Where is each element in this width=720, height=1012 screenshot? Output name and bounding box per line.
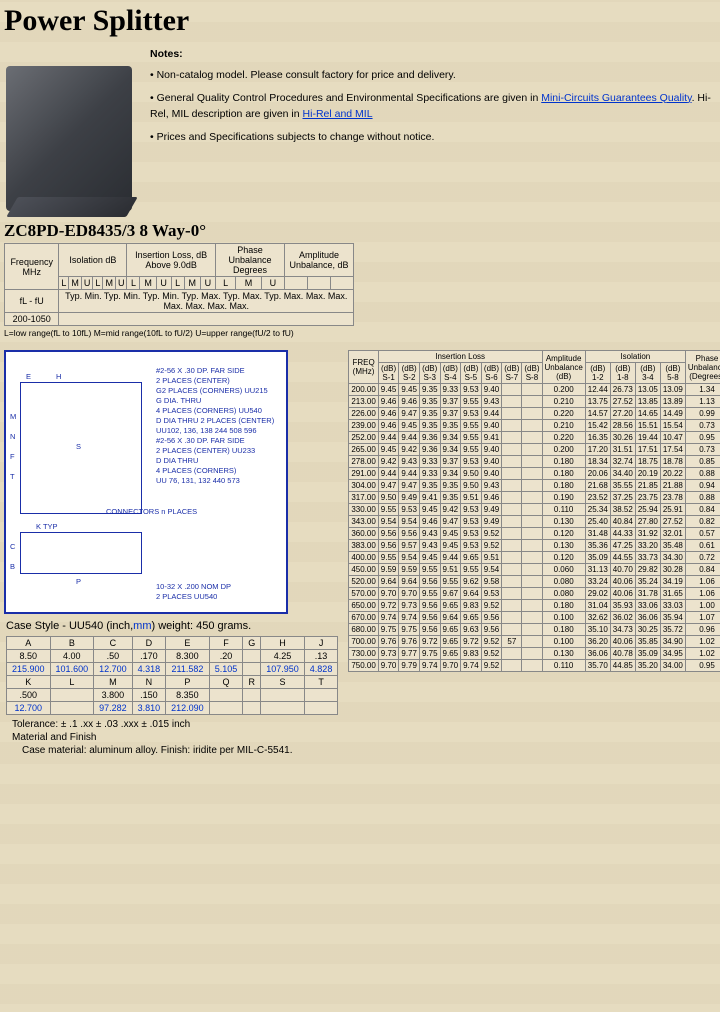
tolerance-line: Tolerance: ± .1 .xx ± .03 .xxx ± .015 in… bbox=[12, 719, 332, 730]
page-title: Power Splitter bbox=[4, 4, 720, 38]
mechanical-drawing: #2-56 X .30 DP. FAR SIDE 2 PLACES (CENTE… bbox=[4, 350, 288, 614]
case-style-line: Case Style - UU540 (inch,mm) weight: 450… bbox=[6, 620, 338, 632]
link-quality[interactable]: Mini-Circuits Guarantees Quality bbox=[541, 92, 691, 104]
notes-heading: Notes: bbox=[150, 46, 714, 63]
performance-data-table: FREQ (MHz)Insertion LossAmplitude Unbala… bbox=[348, 350, 720, 672]
note-1: Non-catalog model. Please consult factor… bbox=[150, 67, 714, 84]
notes-section: Notes: Non-catalog model. Please consult… bbox=[150, 46, 714, 211]
note-3: Prices and Specifications subjects to ch… bbox=[150, 129, 714, 146]
matfin-heading: Material and Finish bbox=[12, 732, 332, 743]
range-legend: L=low range(fL to 10fL) M=mid range(10fL… bbox=[4, 328, 716, 338]
link-hirel[interactable]: Hi-Rel and MIL bbox=[303, 108, 373, 120]
note-2: General Quality Control Procedures and E… bbox=[150, 90, 714, 124]
dimension-table: ABCDEFGHJ 8.504.00.50.1708.300.204.25.13… bbox=[6, 636, 338, 715]
spec-header-table: Frequency MHz Isolation dB Insertion Los… bbox=[4, 243, 354, 326]
model-line: ZC8PD-ED8435/3 8 Way-0° bbox=[4, 221, 716, 241]
product-image bbox=[6, 66, 132, 211]
case-material: Case material: aluminum alloy. Finish: i… bbox=[12, 745, 332, 756]
